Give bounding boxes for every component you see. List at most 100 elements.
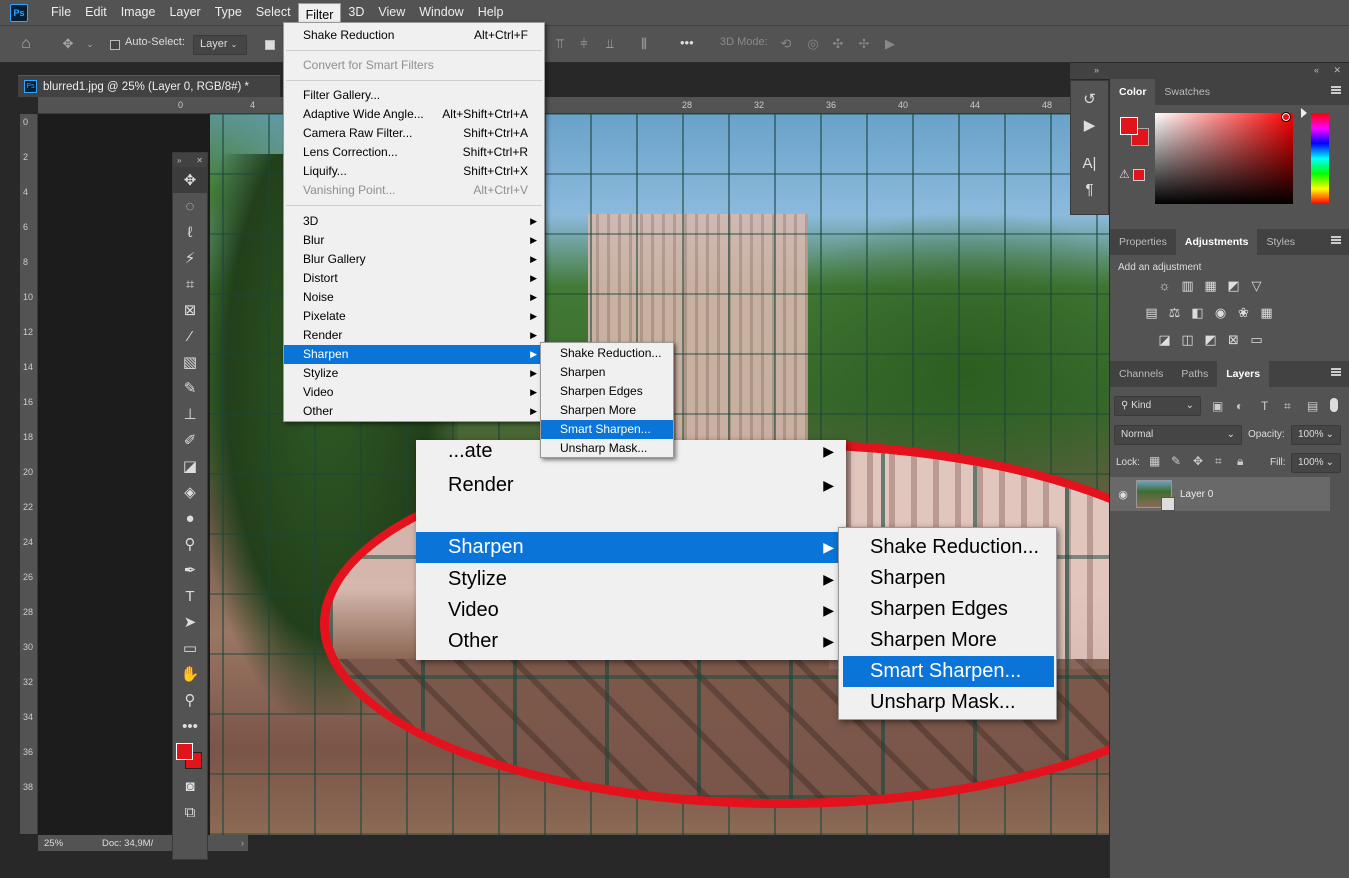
show-transform-checkbox[interactable]	[265, 40, 275, 50]
tools-panel-header[interactable]: » ✕	[173, 153, 207, 167]
selective-color-icon[interactable]: ⊠	[1225, 331, 1242, 348]
zoom-tool-icon[interactable]: ⚲	[173, 687, 207, 713]
character-panel-icon[interactable]: A|	[1071, 151, 1108, 177]
actions-panel-icon[interactable]: ▶	[1071, 113, 1108, 139]
tab-channels[interactable]: Channels	[1110, 361, 1172, 387]
exposure-icon[interactable]: ◩	[1225, 277, 1242, 294]
3d-roll-icon[interactable]: ◎	[805, 36, 821, 52]
color-picker-cursor[interactable]	[1281, 112, 1291, 122]
tab-styles[interactable]: Styles	[1257, 229, 1304, 255]
gamut-warning-icon[interactable]: ⚠	[1119, 167, 1130, 181]
menu-item-render[interactable]: Render ▶	[284, 326, 544, 345]
hue-slider-handle[interactable]	[1301, 108, 1307, 118]
menu-item-pixelate[interactable]: Pixelate ▶	[284, 307, 544, 326]
type-tool-icon[interactable]: T	[173, 583, 207, 609]
menu-item-blur-gallery[interactable]: Blur Gallery ▶	[284, 250, 544, 269]
filter-pixel-icon[interactable]: ▣	[1212, 399, 1223, 413]
blend-mode-dropdown[interactable]: Normal ⌄	[1114, 425, 1242, 445]
chevron-down-icon[interactable]: ⌄	[82, 36, 98, 52]
submenu-item-sharpen[interactable]: Sharpen	[541, 363, 673, 382]
filter-adjustment-icon[interactable]: ◐	[1236, 399, 1243, 413]
tab-properties[interactable]: Properties	[1110, 229, 1176, 255]
levels-icon[interactable]: ▥	[1179, 277, 1196, 294]
lock-all-icon[interactable]: 🔒︎	[1237, 454, 1243, 469]
auto-select-target-dropdown[interactable]: Layer ⌄	[193, 35, 247, 55]
3d-scale-icon[interactable]: ▶	[882, 36, 898, 52]
menu-item-sharpen[interactable]: Sharpen ▶	[284, 345, 544, 364]
tab-adjustments[interactable]: Adjustments	[1175, 229, 1258, 255]
menu-type[interactable]: Type	[208, 0, 249, 25]
paint-bucket-tool-icon[interactable]: ◈	[173, 479, 207, 505]
panel-menu-icon[interactable]	[1331, 236, 1341, 244]
menu-image[interactable]: Image	[114, 0, 163, 25]
clone-stamp-tool-icon[interactable]: ⊥	[173, 401, 207, 427]
more-tools-icon[interactable]: •••	[173, 713, 207, 739]
eyedropper-tool-icon[interactable]: ⁄	[173, 323, 207, 349]
hue-saturation-icon[interactable]: ▤	[1143, 304, 1160, 321]
more-options-button[interactable]: •••	[680, 35, 694, 50]
3d-slide-icon[interactable]: ✢	[856, 36, 872, 52]
align-bottom-icon[interactable]: ⫫	[602, 36, 618, 52]
lasso-tool-icon[interactable]: ℓ	[173, 219, 207, 245]
menu-item-other[interactable]: Other ▶	[284, 402, 544, 421]
crop-tool-icon[interactable]: ⌗	[173, 271, 207, 297]
panel-menu-icon[interactable]	[1331, 86, 1341, 94]
menu-item-shake-reduction[interactable]: Shake Reduction Alt+Ctrl+F	[284, 26, 544, 45]
curves-icon[interactable]: ▦	[1202, 277, 1219, 294]
status-arrow-icon[interactable]: ›	[241, 838, 248, 849]
filter-smart-object-icon[interactable]: ▤	[1307, 399, 1318, 413]
layer-row[interactable]: ◉ Layer 0	[1110, 477, 1330, 511]
menu-item-blur[interactable]: Blur ▶	[284, 231, 544, 250]
layer-thumbnail[interactable]	[1136, 480, 1175, 511]
horizontal-ruler[interactable]: 0 4 28 32 36 40 44 48	[38, 97, 1109, 114]
3d-orbit-icon[interactable]: ⟲	[778, 36, 794, 52]
close-icon[interactable]: ✕	[196, 156, 203, 165]
photo-filter-icon[interactable]: ◉	[1212, 304, 1229, 321]
invert-icon[interactable]: ◪	[1156, 331, 1173, 348]
black-white-icon[interactable]: ◧	[1189, 304, 1206, 321]
color-balance-icon[interactable]: ⚖	[1166, 304, 1183, 321]
layer-filter-kind-dropdown[interactable]: ⚲ Kind ⌄	[1114, 396, 1201, 416]
foreground-color-swatch[interactable]	[1120, 117, 1138, 135]
opacity-input[interactable]: 100% ⌄	[1291, 425, 1341, 445]
hand-tool-icon[interactable]: ✋	[173, 661, 207, 687]
menu-item-stylize[interactable]: Stylize ▶	[284, 364, 544, 383]
filter-toggle-icon[interactable]	[1330, 398, 1338, 412]
vertical-ruler[interactable]: 0 2 4 6 8 10 12 14 16 18 20 22 24 26 28 30 32 34 36 38	[20, 114, 38, 834]
move-tool-icon[interactable]: ✥	[173, 167, 207, 193]
gradient-map-icon[interactable]: ▭	[1248, 331, 1265, 348]
menu-layer[interactable]: Layer	[162, 0, 207, 25]
submenu-item-smart-sharpen[interactable]: Smart Sharpen...	[541, 420, 673, 439]
history-panel-icon[interactable]: ↺	[1071, 87, 1108, 113]
menu-item-video[interactable]: Video ▶	[284, 383, 544, 402]
path-selection-tool-icon[interactable]: ➤	[173, 609, 207, 635]
screen-mode-icon[interactable]: ⧉	[173, 799, 207, 825]
menu-item-liquify[interactable]: Liquify... Shift+Ctrl+X	[284, 162, 544, 181]
panel-dock-header[interactable]: » « ✕	[1070, 63, 1349, 79]
lock-position-icon[interactable]: ✥	[1193, 454, 1203, 468]
3d-pan-icon[interactable]: ✣	[830, 36, 846, 52]
channel-mixer-icon[interactable]: ❀	[1235, 304, 1252, 321]
tab-paths[interactable]: Paths	[1172, 361, 1217, 387]
dodge-tool-icon[interactable]: ⚲	[173, 531, 207, 557]
menu-item-adaptive-wide-angle[interactable]: Adaptive Wide Angle... Alt+Shift+Ctrl+A	[284, 105, 544, 124]
color-lookup-icon[interactable]: ▦	[1258, 304, 1275, 321]
submenu-item-sharpen-edges[interactable]: Sharpen Edges	[541, 382, 673, 401]
blur-tool-icon[interactable]: ●	[173, 505, 207, 531]
collapse-icon[interactable]: »	[177, 156, 181, 165]
paragraph-panel-icon[interactable]: ¶	[1071, 177, 1108, 203]
vibrance-icon[interactable]: ▽	[1248, 277, 1265, 294]
filter-type-icon[interactable]: T	[1261, 399, 1268, 413]
pen-tool-icon[interactable]: ✒	[173, 557, 207, 583]
menu-edit[interactable]: Edit	[78, 0, 114, 25]
foreground-color-swatch[interactable]	[176, 743, 193, 760]
tab-color[interactable]: Color	[1110, 79, 1156, 105]
brush-tool-icon[interactable]: ✎	[173, 375, 207, 401]
eraser-tool-icon[interactable]: ◪	[173, 453, 207, 479]
quick-mask-icon[interactable]: ◙	[173, 773, 207, 799]
filter-shape-icon[interactable]: ⌗	[1284, 399, 1291, 414]
gamut-warning-swatch[interactable]	[1133, 169, 1145, 181]
lock-artboard-icon[interactable]: ⌗	[1215, 454, 1222, 469]
zoom-level[interactable]: 25%	[38, 838, 88, 849]
healing-brush-tool-icon[interactable]: ▧	[173, 349, 207, 375]
